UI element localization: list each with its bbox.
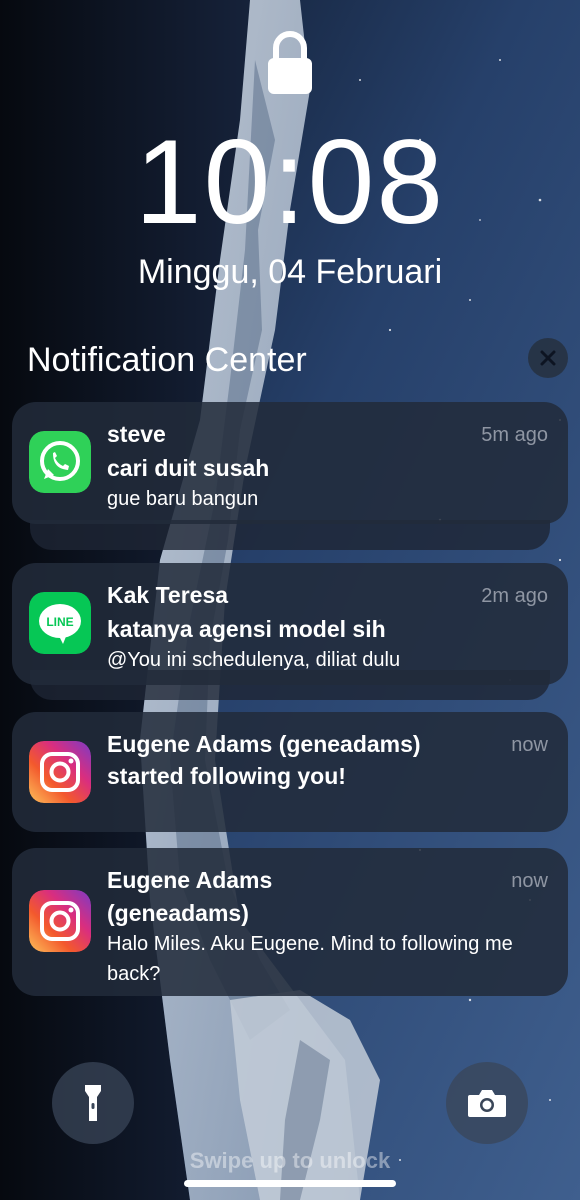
camera-icon [468,1090,506,1117]
home-indicator[interactable] [184,1180,396,1187]
notification-title: cari duit susah [107,455,270,481]
lock-screen-date: Minggu, 04 Februari [137,253,443,291]
line-icon: LINE [29,592,91,654]
notification-title: (geneadams) [107,900,249,926]
notification-time: now [511,734,548,756]
notification-body: gue baru bangun [107,488,259,510]
notification-card-line[interactable]: LINE Kak Teresa 2m ago katanya agensi mo… [12,563,568,685]
close-icon [540,350,556,366]
notification-sender: Eugene Adams (geneadams) [107,731,421,757]
swipe-up-hint: Swipe up to unlock [189,1148,391,1173]
notification-sender: Eugene Adams [107,867,273,893]
padlock-icon [268,31,312,94]
notification-sender: Kak Teresa [107,582,229,608]
notification-title: started following you! [107,763,346,789]
notification-title: katanya agensi model sih [107,616,386,642]
notification-body: @You ini schedulenya, diliat dulu [107,649,401,671]
stacked-notification-indicator [30,520,550,550]
camera-button[interactable] [446,1062,528,1144]
notification-time: now [511,870,548,892]
svg-text:LINE: LINE [46,615,73,629]
whatsapp-icon [29,431,91,493]
notification-time: 5m ago [481,424,548,446]
notification-sender: steve [107,421,166,447]
notification-body: Halo Miles. Aku Eugene. Mind to followin… [107,933,513,985]
lock-screen-clock: 10:08 [134,115,446,249]
notification-card-instagram[interactable]: Eugene Adams now (geneadams) Halo Miles.… [12,848,568,996]
flashlight-icon [85,1085,101,1121]
notification-time: 2m ago [481,585,548,607]
notification-center-title: Notification Center [27,341,307,379]
notification-card-instagram[interactable]: Eugene Adams (geneadams) now started fol… [12,712,568,832]
notification-center-close-button[interactable] [528,338,568,378]
instagram-icon [29,741,91,803]
instagram-icon [29,890,91,952]
notification-card-whatsapp[interactable]: steve 5m ago cari duit susah gue baru ba… [12,402,568,524]
flashlight-button[interactable] [52,1062,134,1144]
